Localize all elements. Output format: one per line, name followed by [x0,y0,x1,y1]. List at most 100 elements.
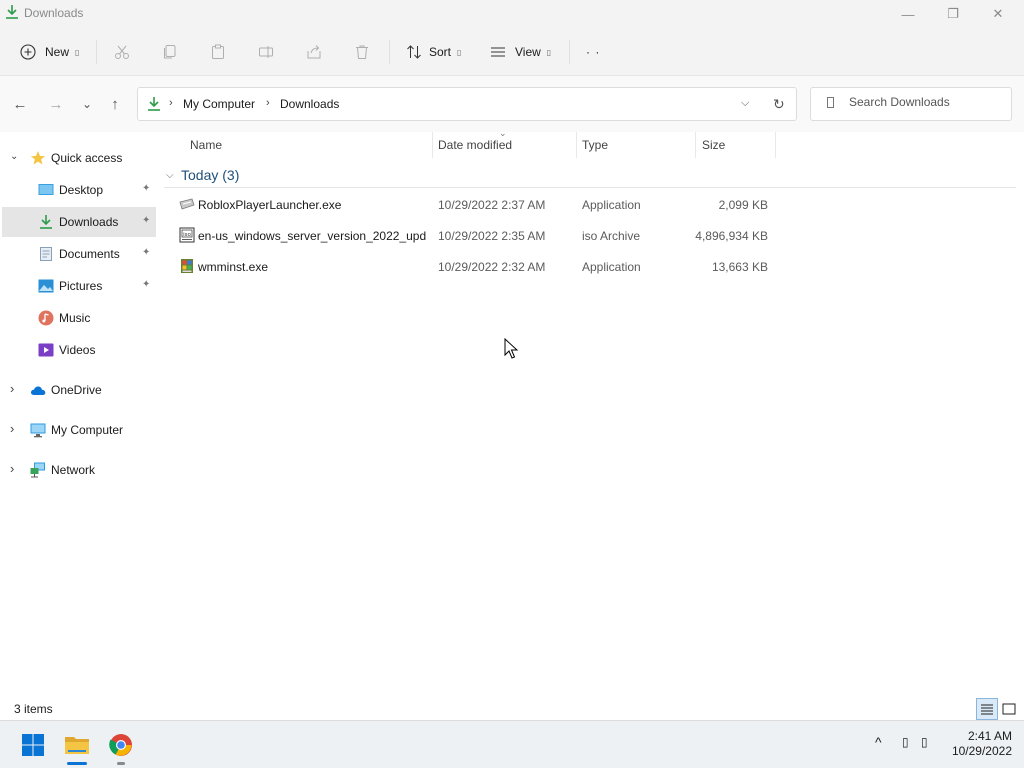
clock-time: 2:41 AM [967,729,1012,743]
tiles-view-button[interactable] [998,698,1020,720]
close-icon: ✕ [992,6,1004,21]
search-box[interactable] [810,87,1012,121]
sidebar-item-label: Videos [59,343,96,357]
column-divider[interactable] [432,132,433,158]
sidebar-item-my-computer[interactable]: › My Computer [2,415,156,445]
chevron-right-icon[interactable]: › [10,381,14,396]
scissors-icon [115,45,129,59]
minimize-button[interactable]: — [885,0,931,28]
maximize-button[interactable]: ❐ [930,0,976,28]
file-row[interactable]: wmminst.exe 10/29/2022 2:32 AM Applicati… [172,253,778,281]
plus-circle-icon [20,44,36,60]
clock-date: 10/29/2022 [951,744,1012,758]
search-input[interactable] [849,95,999,109]
chevron-down-icon[interactable]: ⌄ [10,151,18,162]
view-button[interactable]: View ▯ [490,37,551,67]
view-label: View [515,45,541,59]
file-date: 10/29/2022 2:32 AM [438,260,546,274]
sidebar-item-onedrive[interactable]: › OneDrive [2,375,156,405]
sidebar-item-music[interactable]: Music [2,303,156,333]
chevron-down-icon: ▯ [546,47,552,57]
item-count: 3 items [14,702,53,716]
network-icon [30,462,45,478]
downloads-icon [148,97,160,111]
new-label: New [45,45,70,59]
back-button[interactable]: ← [9,93,31,115]
refresh-icon[interactable]: ↻ [773,96,785,113]
breadcrumb-separator-icon[interactable]: › [266,97,270,109]
sort-button[interactable]: Sort ▯ [406,37,461,67]
rename-button[interactable] [258,37,274,67]
file-type: Application [582,260,641,274]
window-title: Downloads [24,6,84,20]
copy-button[interactable] [162,37,178,67]
close-button[interactable]: ✕ [975,0,1021,28]
cut-button[interactable] [114,37,130,67]
column-divider[interactable] [775,132,776,158]
column-divider[interactable] [576,132,577,158]
delete-button[interactable] [354,37,370,67]
documents-icon [40,247,52,261]
share-button[interactable] [306,37,322,67]
sidebar-item-label: Downloads [59,215,119,229]
new-button[interactable]: New ▯ [20,37,79,67]
chevron-right-icon[interactable]: › [10,421,14,436]
sidebar-item-label: Documents [59,247,120,261]
folder-icon [65,737,89,754]
sidebar-item-network[interactable]: › Network [2,455,156,485]
chrome-icon [109,734,132,756]
installer-icon [181,259,193,273]
sidebar-item-videos[interactable]: Videos [2,335,156,365]
paste-button[interactable] [210,37,226,67]
computer-icon [30,423,46,438]
clock[interactable]: 2:41 AM 10/29/2022 [940,729,1012,759]
star-icon [30,151,46,165]
sidebar-item-documents[interactable]: Documents ✦ [2,239,156,269]
taskbar-chrome[interactable] [106,730,136,760]
file-row[interactable]: iso en-us_windows_server_version_2022_up… [172,222,778,250]
downloads-icon [40,215,52,229]
group-header-today[interactable]: ⌵ Today (3) [164,166,1016,188]
view-icon [491,47,505,57]
arrow-up-icon: ↑ [111,95,119,113]
details-view-button[interactable] [976,698,998,720]
trash-icon [356,45,368,59]
chevron-right-icon[interactable]: › [10,461,14,476]
iso-archive-icon: iso [179,227,195,243]
navigation-row: ← → ⌄ ↑ › My Computer › Downloads ⌵ ↻ [0,76,1024,132]
volume-tray-icon[interactable]: ▯ [921,735,928,749]
breadcrumb-my-computer[interactable]: My Computer [183,97,255,111]
see-more-button[interactable]: · · [586,37,600,67]
column-header-name[interactable]: Name [190,138,222,152]
breadcrumb-separator-icon[interactable]: › [169,97,173,109]
file-size: 13,663 KB [711,260,768,274]
start-button[interactable] [18,730,48,760]
breadcrumb-downloads[interactable]: Downloads [280,97,339,111]
file-list: Name ⌄ Date modified Type Size ⌵ Today (… [158,128,1024,698]
pin-icon: ✦ [142,247,151,258]
windows-logo-icon [22,734,44,756]
chevron-down-icon[interactable]: ⌵ [166,170,174,181]
network-tray-icon[interactable]: ▯ [902,735,909,749]
chevron-down-icon: ⌄ [81,97,93,111]
file-row[interactable]: RobloxPlayerLauncher.exe 10/29/2022 2:37… [172,191,778,219]
file-name: RobloxPlayerLauncher.exe [198,198,342,212]
column-header-size[interactable]: Size [702,138,725,152]
address-bar[interactable]: › My Computer › Downloads ⌵ ↻ [137,87,797,121]
clipboard-icon [212,44,224,59]
pin-icon: ✦ [142,183,151,194]
sidebar-item-downloads[interactable]: Downloads ✦ [2,207,156,237]
address-dropdown-icon[interactable]: ⌵ [741,97,749,110]
sidebar-item-desktop[interactable]: Desktop ✦ [2,175,156,205]
taskbar-file-explorer[interactable] [62,730,92,760]
sidebar-item-quick-access[interactable]: ⌄ Quick access [2,143,156,173]
column-divider[interactable] [695,132,696,158]
up-button[interactable]: ↑ [104,93,126,115]
column-header-type[interactable]: Type [582,138,608,152]
recent-locations-button[interactable]: ⌄ [76,93,98,115]
minimize-icon: — [901,6,915,22]
column-header-date-modified[interactable]: Date modified [438,138,512,152]
sidebar-item-pictures[interactable]: Pictures ✦ [2,271,156,301]
show-hidden-icons-button[interactable]: ^ [875,734,882,750]
forward-button[interactable]: → [45,93,67,115]
